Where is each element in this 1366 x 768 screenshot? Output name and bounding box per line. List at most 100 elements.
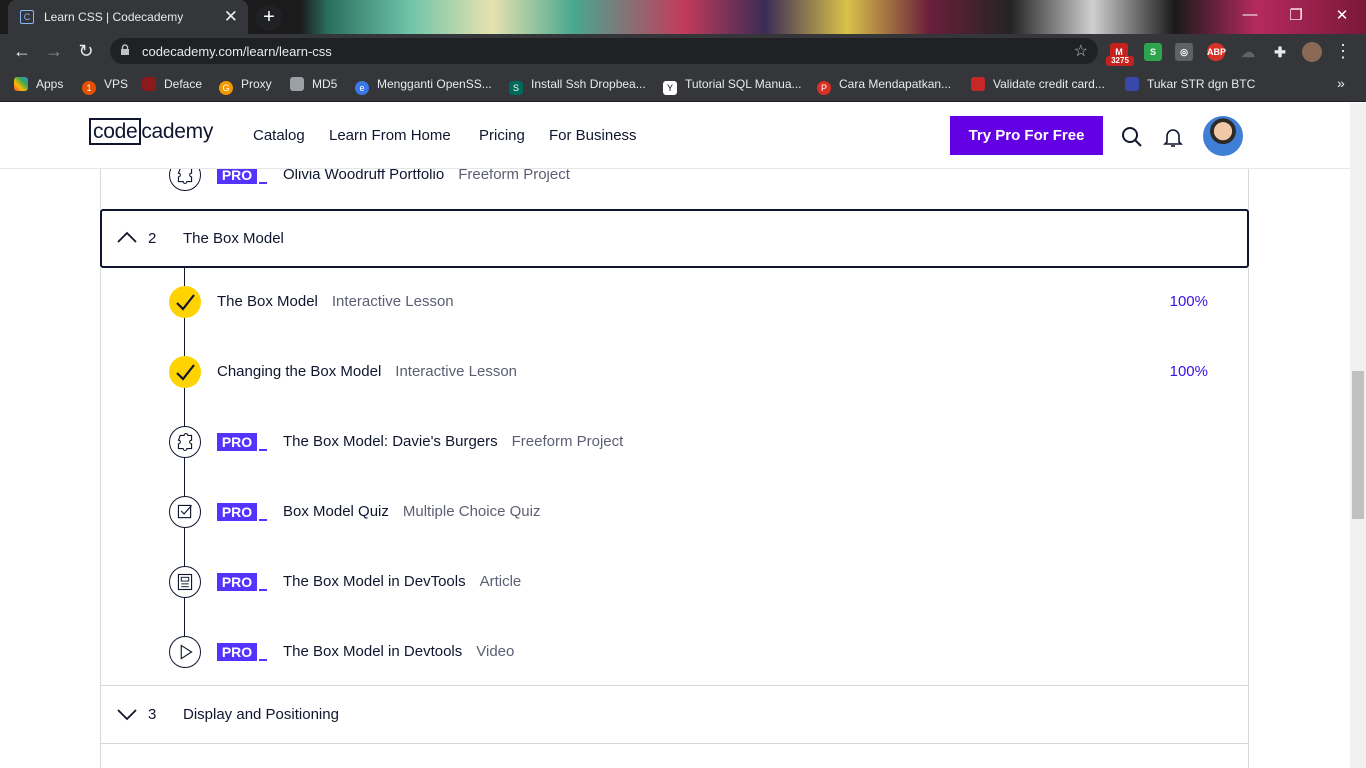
item-title: The Box Model in Devtools [283,643,463,660]
item-type: Article [479,573,522,590]
item-type: Interactive Lesson [331,293,454,310]
profile-avatar-icon[interactable] [1302,42,1322,62]
sql-icon: Y [663,81,677,95]
apps-grid-icon [14,77,28,91]
deface-icon [142,77,156,91]
bookmark-item[interactable]: 1 VPS [82,77,128,95]
nav-pricing[interactable]: Pricing [479,127,525,144]
bookmark-item[interactable]: MD5 [290,77,337,91]
codecademy-logo[interactable]: code cademy [89,118,213,145]
close-window-icon[interactable]: ✕ [1322,6,1362,24]
pro-badge: PRO [217,169,267,186]
btc-icon [1125,77,1139,91]
page-scrollbar[interactable] [1350,103,1366,768]
back-icon[interactable]: ← [10,41,34,62]
ssh-icon: S [509,81,523,95]
browser-toolbar: ← → ↻ codecademy.com/learn/learn-css ☆ M… [0,34,1366,68]
item-title: The Box Model [217,293,318,310]
section-4-panel [100,744,1249,768]
pro-badge: PRO [217,643,267,663]
chevron-up-icon [117,231,137,243]
syllabus-item[interactable]: The Box Model in DevTools Article [283,573,521,590]
item-title: Olivia Woodruff Portfolio [283,169,445,183]
notification-bell-icon[interactable] [1161,125,1185,149]
s-extension-icon[interactable]: S [1144,43,1162,61]
address-bar[interactable]: codecademy.com/learn/learn-css ☆ [110,38,1098,64]
bookmark-item[interactable]: P Cara Mendapatkan... [817,77,951,95]
section-3-header[interactable]: 3 Display and Positioning [100,686,1249,744]
item-type: Video [476,643,515,660]
chevron-down-icon [117,709,137,721]
completed-check-icon [169,286,201,318]
bookmark-item[interactable]: G Proxy [219,77,272,95]
blog-icon: e [355,81,369,95]
browser-tab[interactable]: C Learn CSS | Codecademy ✕ [8,0,248,34]
cloud-extension-icon[interactable]: ☁ [1239,43,1257,61]
reader-extension-icon[interactable]: ◎ [1175,43,1193,61]
section-number: 3 [148,706,157,723]
section-title: Display and Positioning [183,706,339,723]
section-2-header[interactable]: 2 The Box Model [100,209,1249,268]
item-type: Interactive Lesson [395,363,518,380]
item-title: Changing the Box Model [217,363,382,380]
bookmark-item[interactable]: Deface [142,77,202,91]
item-title: The Box Model: Davie's Burgers [283,433,498,450]
browser-menu-icon[interactable]: ⋮ [1334,41,1352,62]
restore-icon[interactable]: ❐ [1276,6,1316,24]
bookmark-star-icon[interactable]: ☆ [1074,41,1088,61]
section-2-panel [100,268,1249,686]
vps-icon: 1 [82,81,96,95]
article-icon [169,566,201,598]
try-pro-button[interactable]: Try Pro For Free [950,116,1103,155]
adblock-extension-icon[interactable]: ABP [1207,43,1226,61]
syllabus-item[interactable]: The Box Model Interactive Lesson [217,293,454,310]
bookmark-item[interactable]: e Mengganti OpenSS... [355,77,492,95]
bookmark-item[interactable]: Tukar STR dgn BTC [1125,77,1255,91]
page-icon [290,77,304,91]
item-title: Box Model Quiz [283,503,389,520]
forward-icon[interactable]: → [42,41,66,62]
lock-icon [121,44,129,55]
section-title: The Box Model [183,230,284,247]
progress-percent: 100% [1169,293,1208,310]
pro-badge: PRO [217,433,267,453]
pro-badge: PRO [217,503,267,523]
site-header: code cademy Catalog Learn From Home Prici… [0,103,1350,169]
video-play-icon [169,636,201,668]
completed-check-icon [169,356,201,388]
codecademy-favicon-icon: C [20,10,34,24]
item-type: Freeform Project [458,169,570,183]
syllabus-item[interactable]: Box Model Quiz Multiple Choice Quiz [283,503,540,520]
progress-percent: 100% [1169,363,1208,380]
section-number: 2 [148,230,157,247]
extensions-puzzle-icon[interactable]: ✚ [1271,43,1289,61]
item-title: The Box Model in DevTools [283,573,466,590]
search-icon[interactable] [1120,125,1144,149]
scrollbar-thumb[interactable] [1352,371,1364,519]
nav-catalog[interactable]: Catalog [253,127,305,144]
bookmark-item[interactable]: Y Tutorial SQL Manua... [663,77,802,95]
bookmark-item[interactable]: Apps [14,77,63,91]
nav-for-business[interactable]: For Business [549,127,637,144]
freeform-project-icon [169,169,201,191]
syllabus-item[interactable]: Changing the Box Model Interactive Lesson [217,363,517,380]
close-tab-icon[interactable]: ✕ [224,7,238,27]
more-bookmarks-icon[interactable]: » [1337,75,1345,91]
proxy-icon: G [219,81,233,95]
minimize-icon[interactable]: — [1230,6,1270,23]
syllabus-item[interactable]: The Box Model: Davie's Burgers Freeform P… [283,433,623,450]
new-tab-button[interactable]: + [256,5,282,31]
syllabus-item[interactable]: Olivia Woodruff Portfolio Freeform Projec… [283,169,570,183]
syllabus-item[interactable]: The Box Model in Devtools Video [283,643,514,660]
pro-badge: PRO [217,573,267,593]
url-text: codecademy.com/learn/learn-css [142,44,332,59]
quiz-icon [169,496,201,528]
gmail-count-badge: 3275 [1106,56,1134,66]
nav-learn-from-home[interactable]: Learn From Home [329,127,451,144]
bookmark-item[interactable]: S Install Ssh Dropbea... [509,77,646,95]
reload-icon[interactable]: ↻ [74,41,98,62]
bookmark-item[interactable]: Validate credit card... [971,77,1105,91]
freeform-project-icon [169,426,201,458]
user-avatar[interactable] [1203,116,1243,156]
section-1-panel [100,169,1249,209]
